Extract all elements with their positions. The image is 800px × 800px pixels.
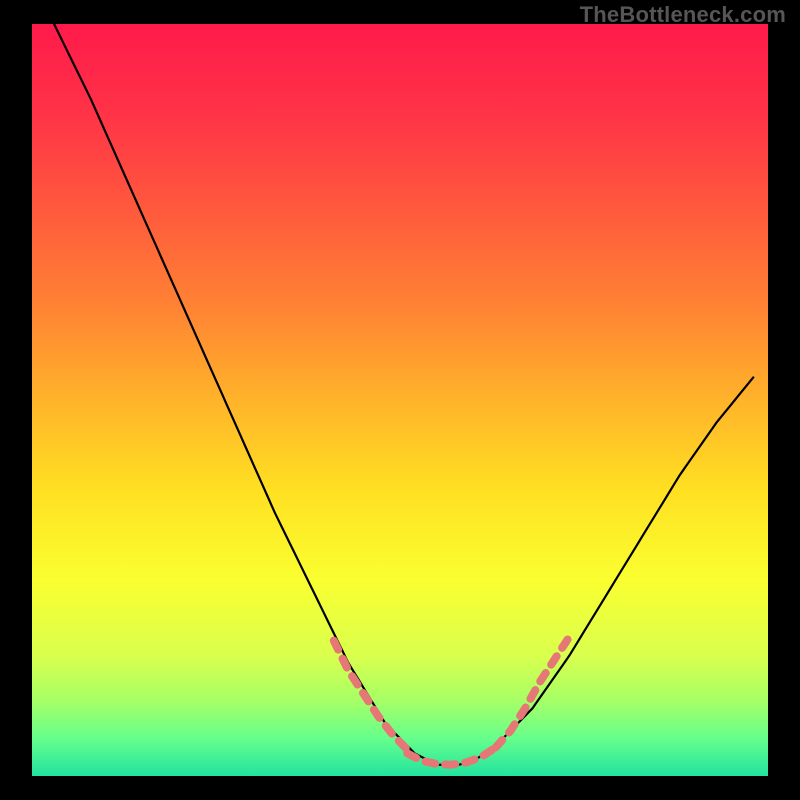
watermark-text: TheBottleneck.com	[580, 2, 786, 28]
chart-svg	[32, 24, 768, 776]
gradient-background	[32, 24, 768, 776]
chart-container: TheBottleneck.com	[0, 0, 800, 800]
plot-area	[32, 24, 768, 776]
